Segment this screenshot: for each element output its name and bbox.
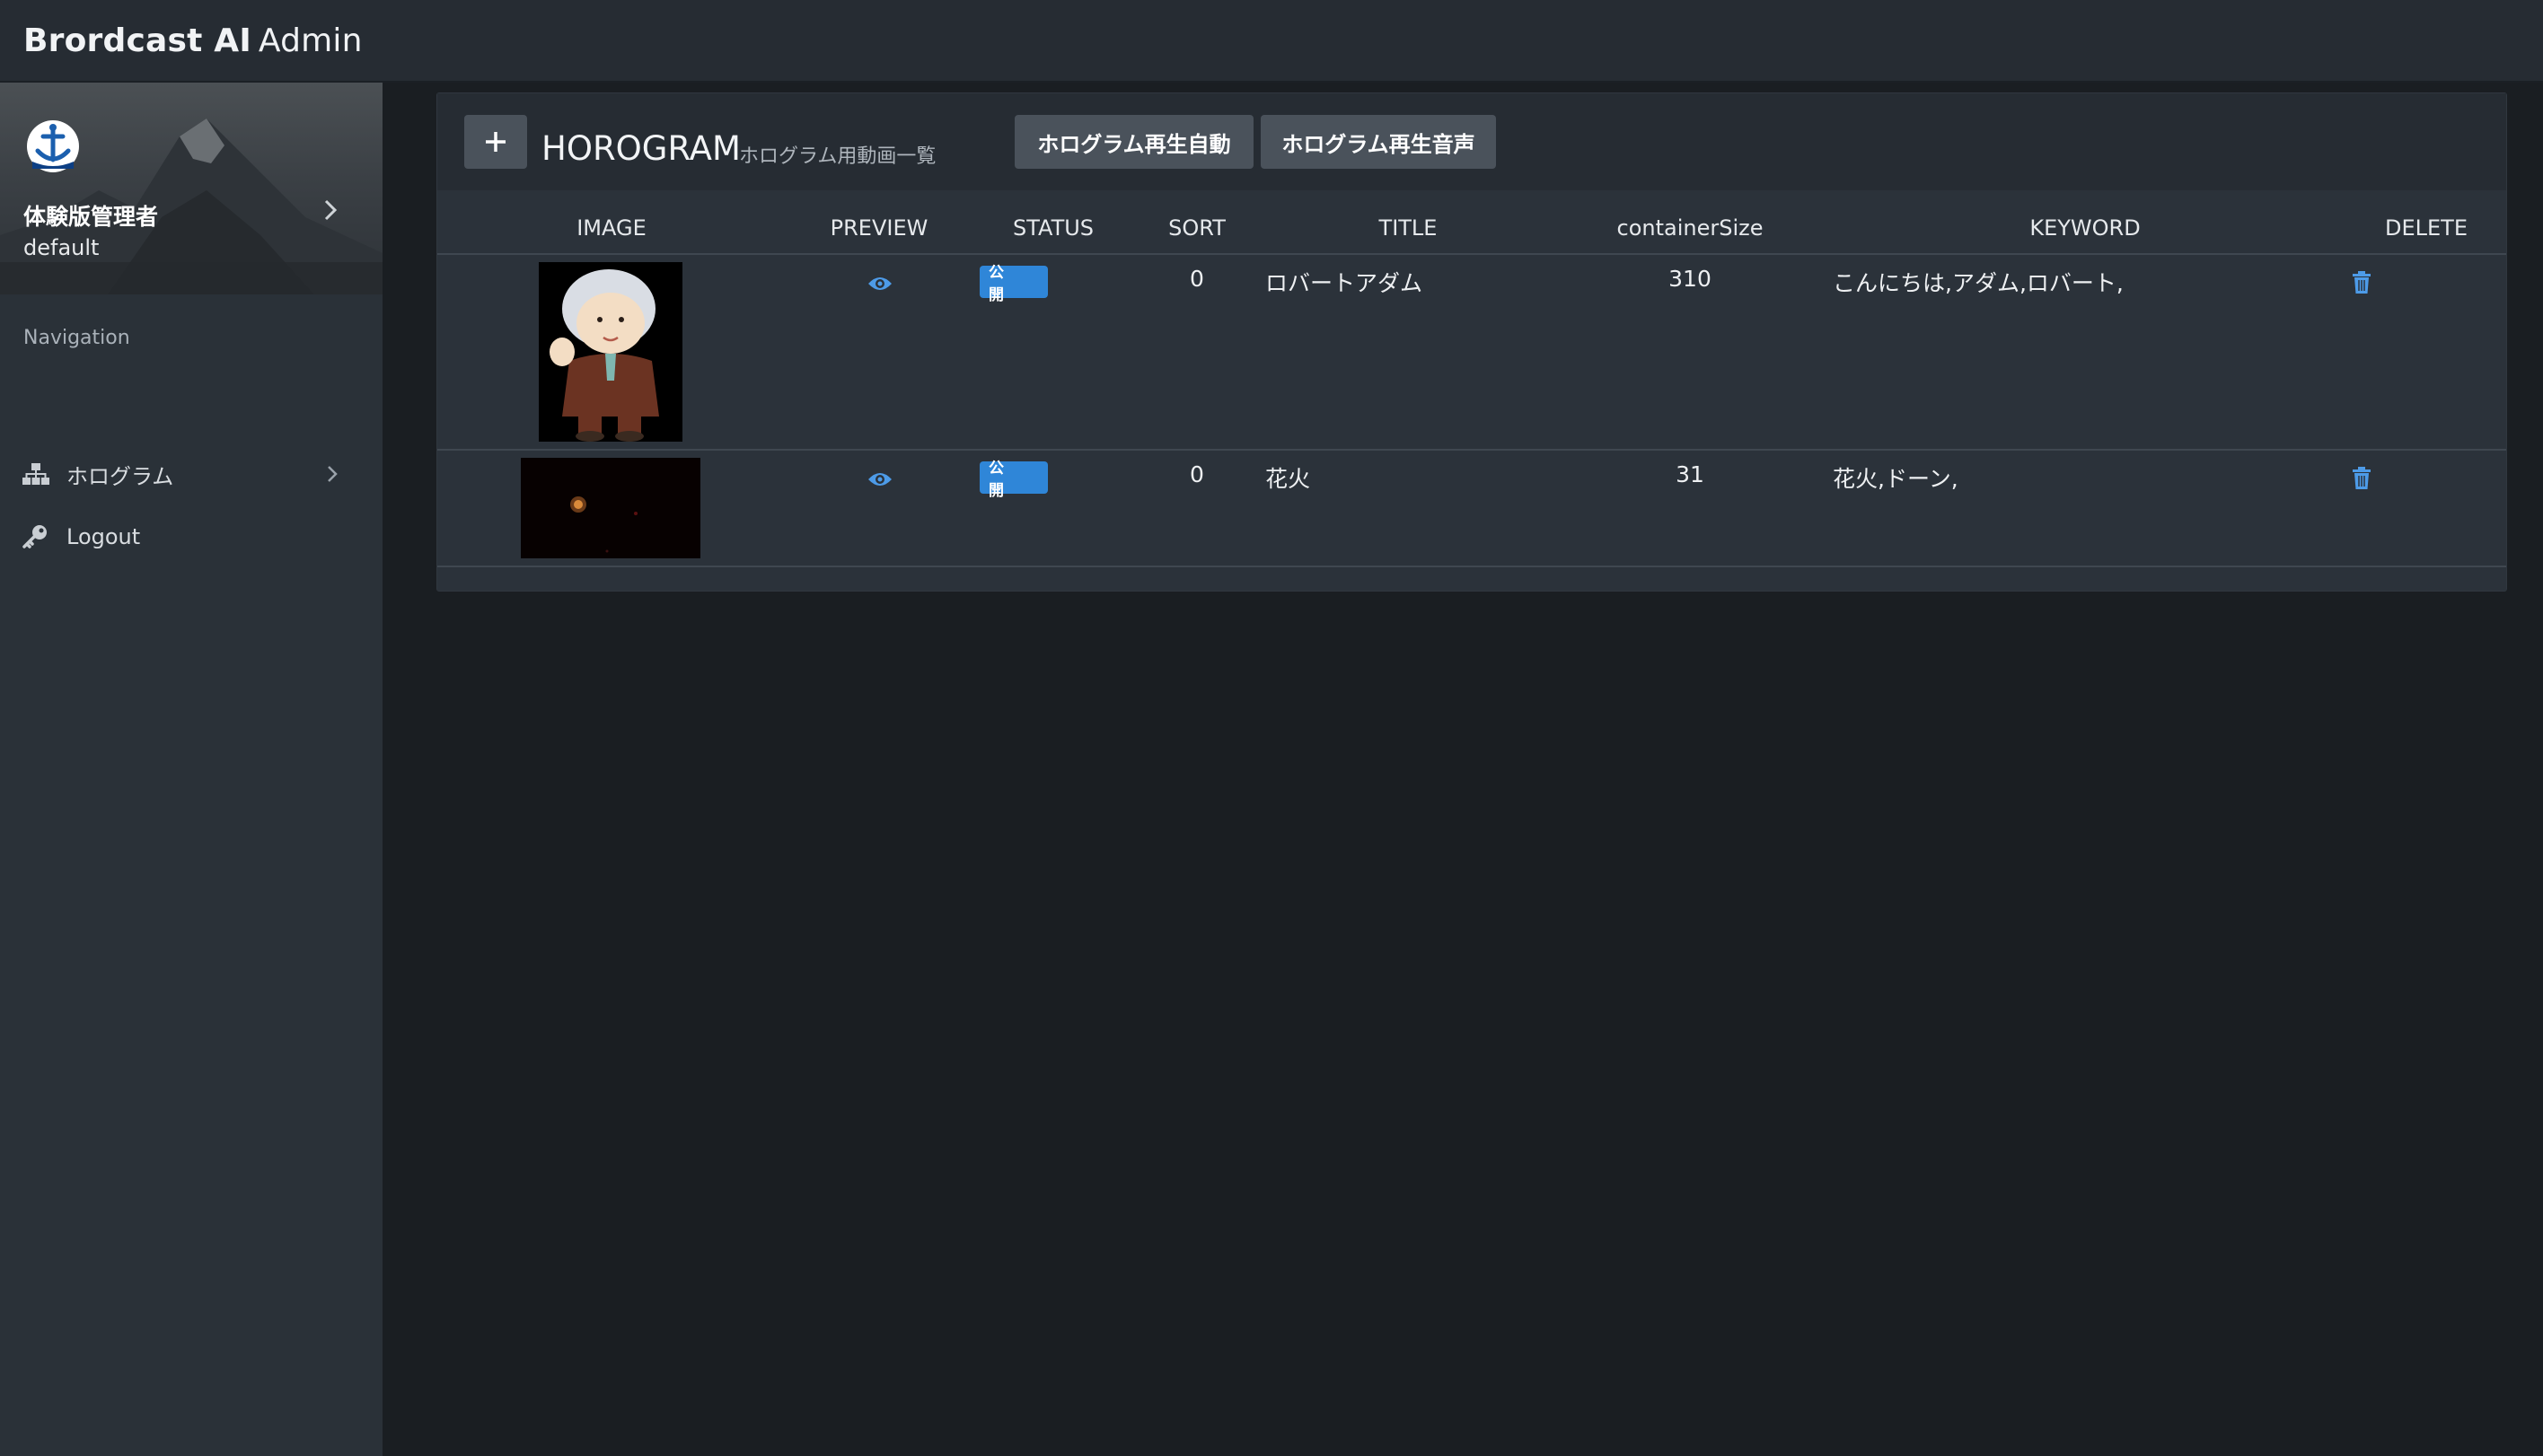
column-header-container-size: containerSize: [1616, 215, 1764, 241]
keyword-value: 花火,ドーン,: [1833, 466, 1958, 492]
hologram-list-panel: HOROGRAM ホログラム用動画一覧 ホログラム再生自動 ホログラム再生音声 …: [436, 92, 2507, 592]
delete-trash-icon[interactable]: [2352, 467, 2371, 490]
table-header: IMAGE PREVIEW STATUS SORT TITLE containe…: [437, 190, 2506, 255]
title-value: 花火: [1265, 466, 1311, 492]
column-header-keyword: KEYWORD: [2029, 215, 2141, 241]
brand-logo[interactable]: Brordcast AI Admin: [23, 22, 363, 59]
table-row: 公 開 0 ロバートアダム 310 こんにちは,アダム,ロバート,: [437, 255, 2506, 451]
table-row: 公 開 0 花火 31 花火,ドーン,: [437, 451, 2506, 567]
hologram-voice-play-button[interactable]: ホログラム再生音声: [1261, 115, 1496, 169]
hologram-auto-play-button[interactable]: ホログラム再生自動: [1015, 115, 1254, 169]
preview-eye-icon[interactable]: [867, 469, 893, 490]
plush-figure-image: [539, 262, 682, 442]
nav-heading: Navigation: [23, 327, 130, 349]
column-header-delete: DELETE: [2384, 215, 2468, 241]
sort-value: 0: [1190, 266, 1204, 292]
sidebar-item-hologram[interactable]: ホログラム: [0, 447, 383, 501]
column-header-sort: SORT: [1168, 215, 1226, 241]
column-header-image: IMAGE: [576, 215, 647, 241]
panel-header: HOROGRAM ホログラム用動画一覧 ホログラム再生自動 ホログラム再生音声: [437, 93, 2506, 190]
mountain-background-image: [0, 118, 383, 294]
profile-role: default: [23, 235, 100, 260]
profile-name: 体験版管理者: [23, 204, 159, 230]
thumbnail-image[interactable]: [521, 458, 700, 558]
container-size-value: 31: [1676, 461, 1704, 487]
container-size-value: 310: [1668, 266, 1711, 292]
anchor-logo-icon: [27, 120, 79, 172]
chevron-right-icon: [328, 466, 338, 482]
plus-icon: [486, 132, 506, 152]
sidebar-item-logout[interactable]: Logout: [0, 510, 383, 564]
column-header-preview: PREVIEW: [830, 215, 928, 241]
brand-name: Brordcast AI: [23, 22, 251, 59]
column-header-status: STATUS: [1012, 215, 1095, 241]
sidebar: 体験版管理者 default Navigation ホログラム Logout: [0, 83, 383, 1456]
preview-eye-icon[interactable]: [867, 273, 893, 294]
delete-trash-icon[interactable]: [2352, 271, 2371, 294]
sitemap-icon: [22, 462, 50, 486]
thumbnail-image[interactable]: [539, 262, 682, 442]
chevron-right-icon: [324, 199, 338, 221]
status-badge[interactable]: 公 開: [980, 460, 1048, 500]
title-value: ロバートアダム: [1265, 270, 1423, 296]
sidebar-item-label: ホログラム: [66, 463, 174, 489]
page-subtitle: ホログラム用動画一覧: [739, 145, 937, 168]
sidebar-item-label: Logout: [66, 524, 141, 549]
column-header-title: TITLE: [1378, 215, 1438, 241]
add-button[interactable]: [464, 115, 527, 169]
user-profile-card[interactable]: 体験版管理者 default: [0, 83, 383, 294]
fireworks-image: [521, 458, 700, 558]
page-title: HOROGRAM: [541, 129, 741, 168]
top-bar: Brordcast AI Admin: [0, 0, 2543, 83]
sort-value: 0: [1190, 461, 1204, 487]
status-badge[interactable]: 公 開: [980, 264, 1048, 304]
brand-suffix: Admin: [258, 22, 363, 59]
key-icon: [22, 525, 50, 548]
keyword-value: こんにちは,アダム,ロバート,: [1833, 270, 2124, 296]
